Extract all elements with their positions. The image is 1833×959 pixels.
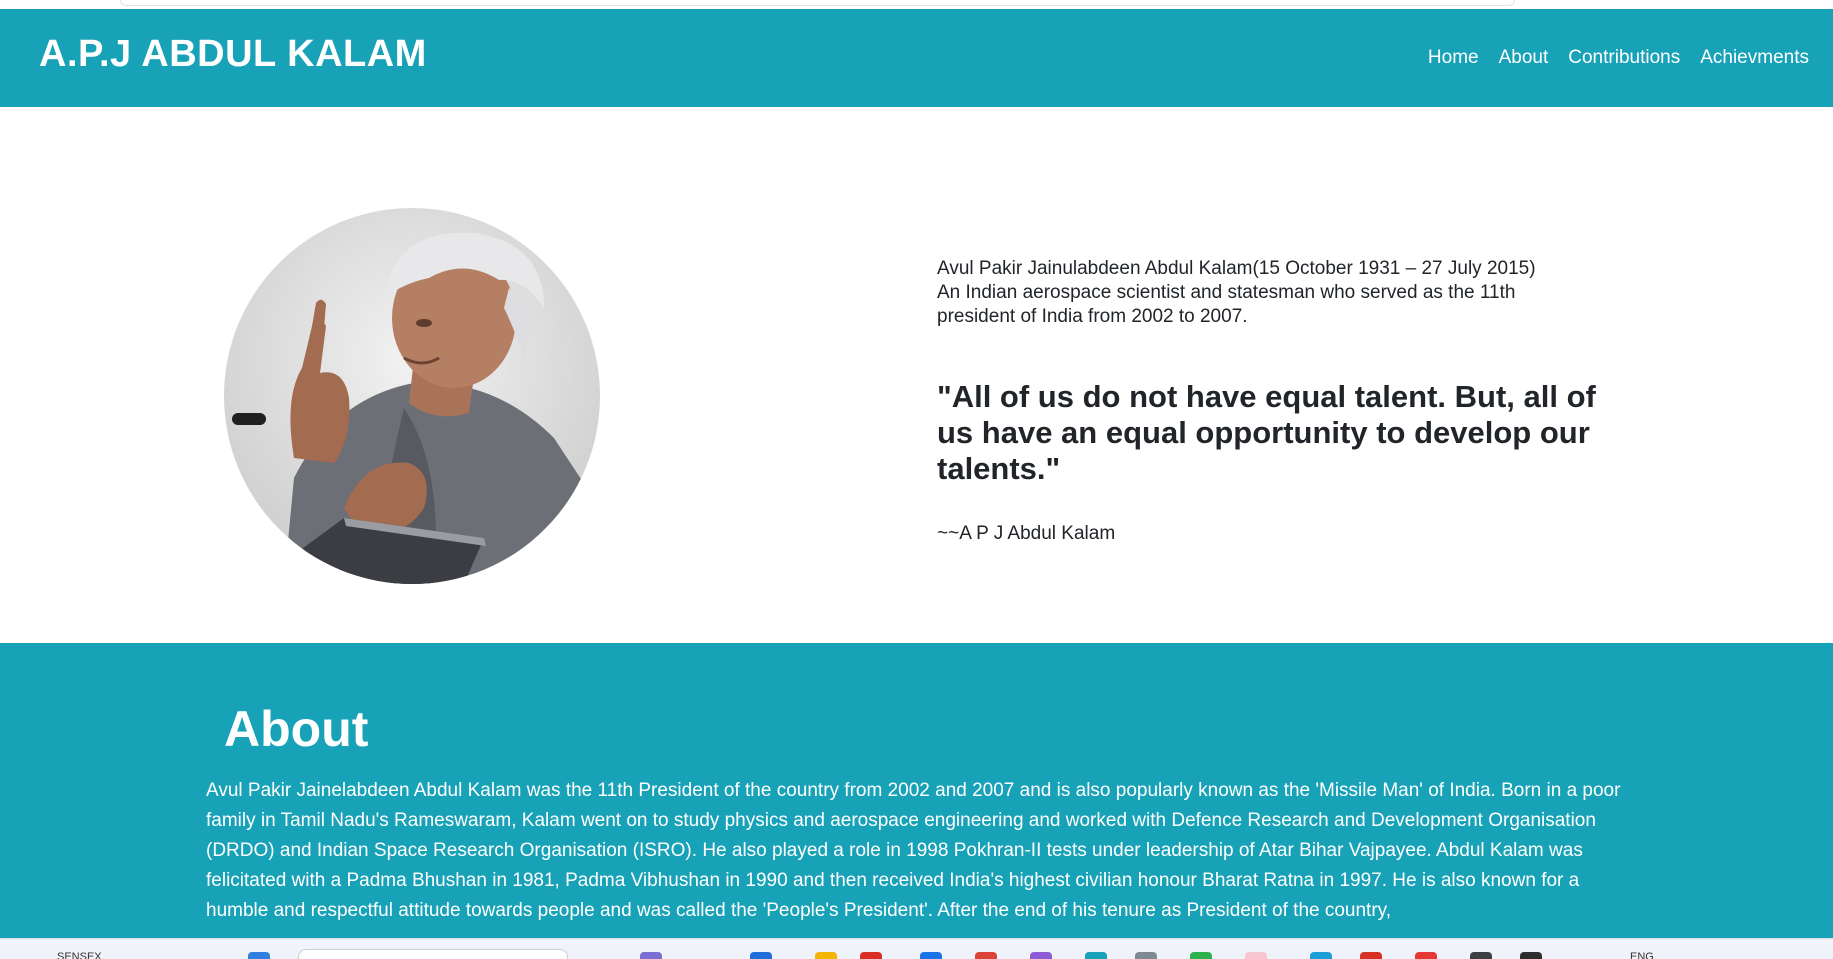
quote-text: "All of us do not have equal talent. But… (937, 379, 1596, 486)
browser-tab-edge (120, 0, 1515, 6)
hero-text: Avul Pakir Jainulabdeen Abdul Kalam(15 O… (937, 257, 1597, 545)
taskbar-app-icon[interactable] (750, 952, 772, 959)
taskbar-widget-label[interactable]: SENSEX (57, 951, 102, 959)
taskbar-app-icon[interactable] (975, 952, 997, 959)
site-brand[interactable]: A.P.J ABDUL KALAM (39, 33, 427, 76)
nav-link-achievements[interactable]: Achievments (1700, 47, 1809, 69)
taskbar-app-icon[interactable] (1135, 952, 1157, 959)
navbar: A.P.J ABDUL KALAM Home About Contributio… (0, 9, 1833, 107)
bio-dates: Avul Pakir Jainulabdeen Abdul Kalam(15 O… (937, 258, 1536, 279)
about-body: Avul Pakir Jainelabdeen Abdul Kalam was … (206, 780, 1621, 921)
kalam-portrait (224, 208, 600, 584)
portrait-illustration (224, 208, 600, 584)
nav-link-contributions[interactable]: Contributions (1568, 47, 1680, 69)
nav-link-home[interactable]: Home (1428, 47, 1479, 69)
bio-description: An Indian aerospace scientist and states… (937, 282, 1516, 327)
quote-author: ~~A P J Abdul Kalam (937, 523, 1116, 544)
taskbar-language[interactable]: ENG (1630, 951, 1654, 959)
taskbar-app-icon[interactable] (1415, 952, 1437, 959)
taskbar-app-icon[interactable] (1030, 952, 1052, 959)
browser-top-edge (0, 0, 1833, 9)
taskbar-app-icon[interactable] (1470, 952, 1492, 959)
taskbar-app-icon[interactable] (1190, 952, 1212, 959)
about-section: About Avul Pakir Jainelabdeen Abdul Kala… (0, 643, 1833, 938)
nav-link-about[interactable]: About (1499, 47, 1549, 69)
taskbar-app-icon[interactable] (1245, 952, 1267, 959)
windows-start-icon[interactable] (248, 952, 270, 959)
nav-links: Home About Contributions Achievments (1428, 47, 1809, 69)
hero-section: Avul Pakir Jainulabdeen Abdul Kalam(15 O… (0, 107, 1833, 643)
taskbar-app-icon[interactable] (920, 952, 942, 959)
os-taskbar: SENSEX ENG (0, 938, 1833, 959)
taskbar-app-icon[interactable] (1360, 952, 1382, 959)
taskbar-app-icon[interactable] (1085, 952, 1107, 959)
taskbar-app-icon[interactable] (815, 952, 837, 959)
taskbar-search-box[interactable] (298, 949, 568, 959)
bio-text: Avul Pakir Jainulabdeen Abdul Kalam(15 O… (937, 257, 1597, 329)
about-title: About (224, 701, 369, 757)
taskbar-app-icon[interactable] (1310, 952, 1332, 959)
taskbar-app-icon[interactable] (860, 952, 882, 959)
taskbar-app-icon[interactable] (1520, 952, 1542, 959)
taskbar-app-icon[interactable] (640, 952, 662, 959)
